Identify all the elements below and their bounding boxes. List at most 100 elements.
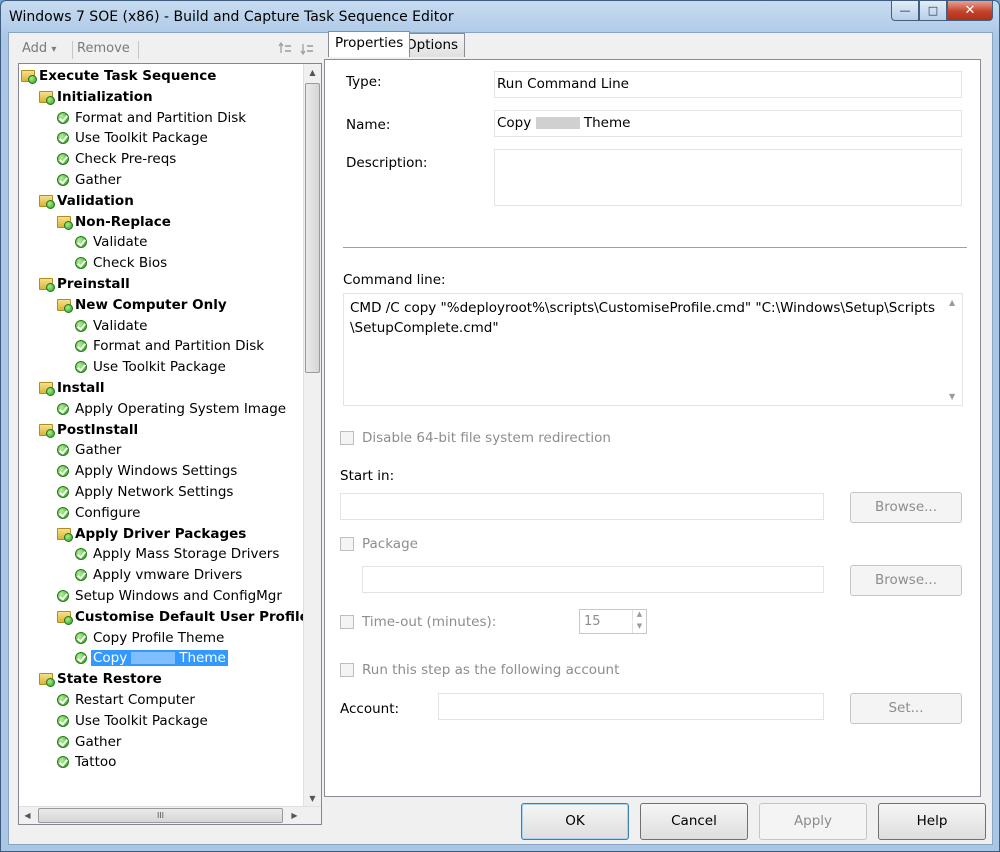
tree-group-item[interactable]: Initialization bbox=[39, 87, 153, 107]
help-button[interactable]: Help bbox=[878, 803, 986, 840]
start-in-field[interactable] bbox=[340, 493, 824, 520]
tree-item-label: Setup Windows and ConfigMgr bbox=[75, 588, 282, 604]
command-line-label: Command line: bbox=[343, 272, 446, 288]
tree-step-item[interactable]: Tattoo bbox=[57, 752, 116, 772]
close-button[interactable]: ✕ bbox=[947, 1, 993, 21]
folder-icon bbox=[39, 90, 55, 105]
disable-64bit-checkbox[interactable] bbox=[340, 431, 354, 445]
tree-horizontal-scrollbar[interactable]: ◀ III ▶ bbox=[19, 806, 321, 824]
scroll-up-icon[interactable]: ▲ bbox=[304, 64, 321, 81]
tree-step-item[interactable]: Check Pre-reqs bbox=[57, 149, 176, 169]
browse-start-in-button[interactable]: Browse... bbox=[850, 492, 962, 523]
folder-icon bbox=[57, 610, 73, 625]
timeout-stepper[interactable]: 15 ▲ ▼ bbox=[579, 609, 647, 634]
tree-step-item[interactable]: Gather bbox=[57, 732, 121, 752]
move-up-icon[interactable] bbox=[278, 41, 292, 60]
tree-item-icon bbox=[39, 277, 55, 292]
tree-step-item[interactable]: Use Toolkit Package bbox=[75, 357, 226, 377]
tree-group-item[interactable]: PostInstall bbox=[39, 420, 138, 440]
scroll-right-icon[interactable]: ▶ bbox=[286, 807, 303, 824]
tree-step-item[interactable]: Validate bbox=[75, 316, 147, 336]
apply-button[interactable]: Apply bbox=[759, 803, 867, 840]
tree-step-item[interactable]: Restart Computer bbox=[57, 690, 195, 710]
tree-step-item[interactable]: Apply Operating System Image bbox=[57, 399, 286, 419]
tree-group-item[interactable]: Apply Driver Packages bbox=[57, 524, 246, 544]
step-check-icon bbox=[57, 465, 69, 478]
account-field[interactable] bbox=[438, 693, 824, 720]
tree-group-item[interactable]: Validation bbox=[39, 191, 134, 211]
ok-button[interactable]: OK bbox=[521, 803, 629, 840]
cancel-button[interactable]: Cancel bbox=[640, 803, 748, 840]
tree-step-item[interactable]: Copy Profile Theme bbox=[75, 628, 224, 648]
folder-icon bbox=[57, 527, 73, 542]
description-field[interactable] bbox=[494, 149, 962, 206]
tree-item-icon bbox=[57, 485, 71, 499]
browse-package-button[interactable]: Browse... bbox=[850, 565, 962, 596]
tree-step-item[interactable]: Validate bbox=[75, 232, 147, 252]
tree-step-item[interactable]: Apply Windows Settings bbox=[57, 461, 237, 481]
maximize-button[interactable]: □ bbox=[919, 1, 947, 21]
move-down-icon[interactable] bbox=[300, 41, 314, 60]
tree-item-label: PostInstall bbox=[57, 421, 139, 438]
tree-vertical-scrollbar[interactable]: ▲ ▼ bbox=[303, 64, 321, 807]
tree-step-item[interactable]: Gather bbox=[57, 440, 121, 460]
tree-step-item[interactable]: Format and Partition Disk bbox=[57, 108, 246, 128]
tree-group-item[interactable]: Customise Default User Profile bbox=[57, 607, 309, 627]
add-menu-button[interactable]: Add ▾ bbox=[22, 41, 56, 56]
tree-item-icon bbox=[39, 194, 55, 209]
tree-step-item[interactable]: Setup Windows and ConfigMgr bbox=[57, 586, 282, 606]
tree-item-icon bbox=[57, 735, 71, 749]
command-line-field[interactable]: CMD /C copy "%deployroot%\scripts\Custom… bbox=[343, 293, 963, 406]
tree-group-item[interactable]: New Computer Only bbox=[57, 295, 227, 315]
timeout-checkbox[interactable] bbox=[340, 615, 354, 629]
task-sequence-editor-window: Windows 7 SOE (x86) - Build and Capture … bbox=[0, 0, 1000, 852]
scroll-thumb[interactable] bbox=[305, 83, 320, 373]
add-label: Add bbox=[22, 41, 48, 56]
tree-step-item[interactable]: Gather bbox=[57, 170, 121, 190]
package-checkbox[interactable] bbox=[340, 537, 354, 551]
scroll-left-icon[interactable]: ◀ bbox=[19, 807, 36, 824]
tab-properties[interactable]: Properties bbox=[328, 31, 411, 57]
package-field[interactable] bbox=[362, 566, 824, 593]
type-label: Type: bbox=[346, 74, 382, 90]
tree-item-label: Check Pre-reqs bbox=[75, 151, 177, 168]
name-field[interactable]: Copy Theme bbox=[494, 110, 962, 137]
folder-icon bbox=[39, 382, 55, 396]
folder-icon bbox=[57, 215, 73, 230]
folder-icon bbox=[21, 70, 37, 84]
tree-step-item[interactable]: Check Bios bbox=[75, 253, 167, 273]
tree-step-item[interactable]: Apply Mass Storage Drivers bbox=[75, 544, 279, 564]
run-as-checkbox[interactable] bbox=[340, 663, 354, 677]
tree-item-icon bbox=[39, 90, 55, 105]
step-check-icon bbox=[75, 548, 87, 561]
scroll-up-icon[interactable]: ▲ bbox=[949, 298, 955, 307]
set-account-button[interactable]: Set... bbox=[850, 693, 962, 724]
step-check-icon bbox=[57, 735, 69, 748]
tree-group-item[interactable]: Preinstall bbox=[39, 274, 130, 294]
tree-step-item[interactable]: Use Toolkit Package bbox=[57, 128, 208, 148]
tree-group-item[interactable]: Execute Task Sequence bbox=[21, 66, 216, 86]
scroll-down-icon[interactable]: ▼ bbox=[304, 790, 321, 807]
h-scroll-thumb[interactable]: III bbox=[38, 808, 283, 823]
task-sequence-tree[interactable]: Execute Task Sequence Initialization Forma… bbox=[18, 63, 322, 825]
tree-step-item[interactable]: Copy Theme bbox=[75, 648, 228, 668]
step-check-icon bbox=[75, 236, 87, 249]
name-value-prefix: Copy bbox=[497, 115, 532, 131]
spin-down-icon[interactable]: ▼ bbox=[632, 622, 646, 633]
tree-step-item[interactable]: Format and Partition Disk bbox=[75, 336, 264, 356]
tree-item-icon bbox=[39, 672, 55, 688]
command-line-scrollbar[interactable]: ▲ ▼ bbox=[945, 294, 962, 405]
minimize-button[interactable]: — bbox=[891, 1, 919, 21]
spin-up-icon[interactable]: ▲ bbox=[632, 610, 646, 621]
tree-group-item[interactable]: Non-Replace bbox=[57, 212, 171, 232]
title-bar[interactable]: Windows 7 SOE (x86) - Build and Capture … bbox=[1, 1, 999, 33]
scroll-down-icon[interactable]: ▼ bbox=[949, 392, 955, 401]
tree-group-item[interactable]: State Restore bbox=[39, 669, 162, 689]
tree-step-item[interactable]: Apply Network Settings bbox=[57, 482, 233, 502]
tree-group-item[interactable]: Install bbox=[39, 378, 105, 398]
remove-button[interactable]: Remove bbox=[77, 41, 130, 56]
tree-step-item[interactable]: Apply vmware Drivers bbox=[75, 565, 242, 585]
tree-step-item[interactable]: Configure bbox=[57, 503, 140, 523]
tree-step-item[interactable]: Use Toolkit Package bbox=[57, 711, 208, 731]
step-check-icon bbox=[57, 402, 69, 415]
